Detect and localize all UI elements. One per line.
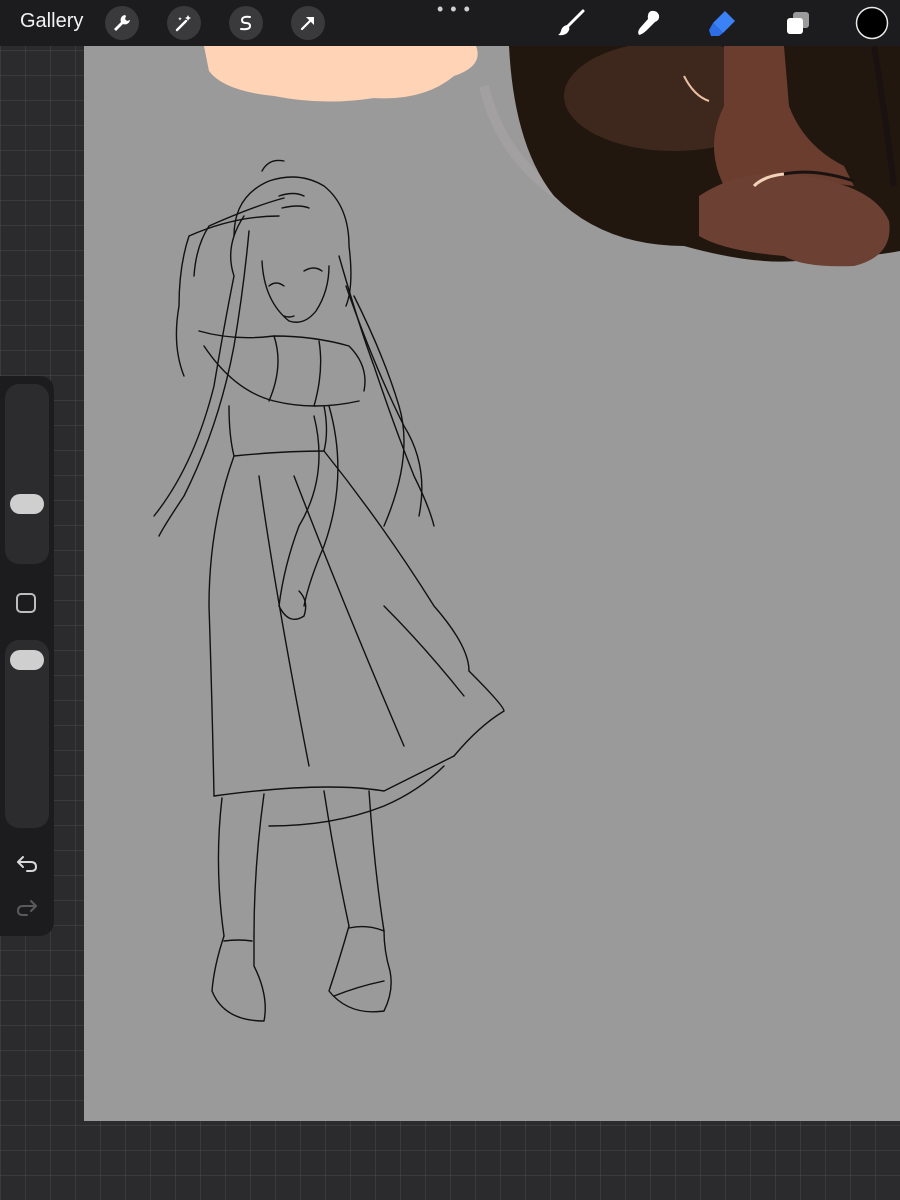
transform-arrow-icon[interactable]	[291, 6, 325, 40]
drawing-canvas[interactable]	[84, 46, 900, 1121]
canvas-artwork	[153, 46, 900, 1022]
opacity-slider[interactable]	[5, 640, 49, 828]
eraser-icon[interactable]	[705, 5, 741, 41]
modifier-square-icon[interactable]	[16, 593, 36, 613]
top-toolbar: Gallery • • •	[0, 0, 900, 46]
smudge-icon[interactable]	[630, 5, 666, 41]
brush-icon[interactable]	[553, 5, 589, 41]
peach-paint-stroke	[204, 46, 478, 102]
undo-icon[interactable]	[12, 848, 42, 878]
line-sketch	[153, 159, 505, 1022]
gallery-button[interactable]: Gallery	[20, 10, 83, 33]
color-picker-swatch[interactable]	[854, 5, 890, 41]
selection-s-icon[interactable]	[229, 6, 263, 40]
wrench-icon[interactable]	[105, 6, 139, 40]
magic-wand-icon[interactable]	[167, 6, 201, 40]
opacity-slider-thumb[interactable]	[10, 650, 44, 670]
more-options-dots-icon[interactable]: • • •	[437, 0, 471, 18]
layers-icon[interactable]	[780, 5, 816, 41]
brush-size-slider[interactable]	[5, 384, 49, 564]
brush-size-slider-thumb[interactable]	[10, 494, 44, 514]
redo-icon[interactable]	[12, 892, 42, 922]
left-sidebar	[0, 376, 54, 936]
